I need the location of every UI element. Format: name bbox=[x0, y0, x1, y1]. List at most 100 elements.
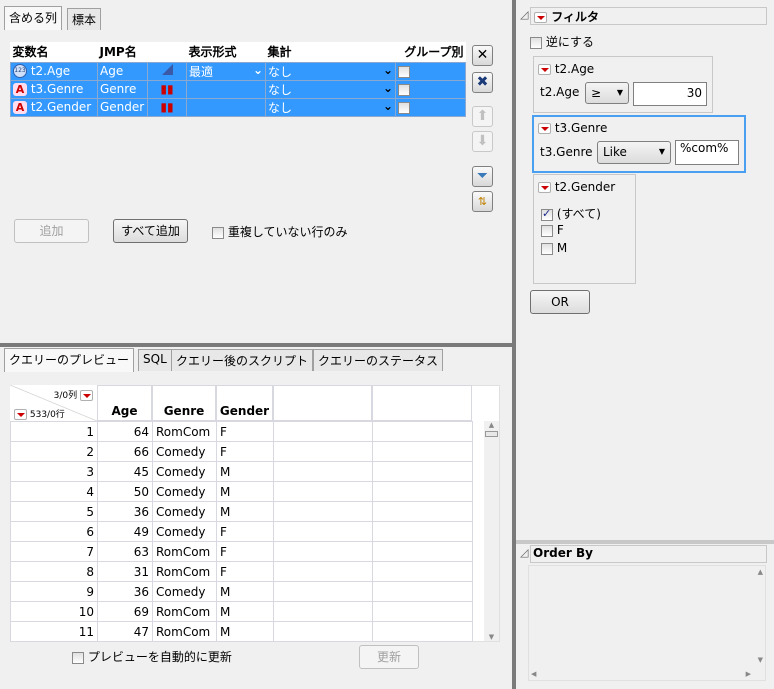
empty-cell[interactable] bbox=[372, 501, 473, 522]
empty-cell[interactable] bbox=[273, 421, 373, 442]
empty-cell[interactable] bbox=[372, 481, 473, 502]
empty-cell[interactable] bbox=[273, 441, 373, 462]
cell-gender[interactable]: M bbox=[216, 461, 274, 482]
gender-menu-icon[interactable] bbox=[538, 182, 551, 193]
filter-menu-icon[interactable] bbox=[534, 12, 547, 23]
cell-age[interactable]: 36 bbox=[97, 581, 153, 602]
empty-cell[interactable] bbox=[273, 521, 373, 542]
tab-query-preview[interactable]: クエリーのプレビュー bbox=[4, 348, 135, 372]
scroll-down-icon[interactable]: ▼ bbox=[758, 656, 763, 664]
collapse-icon[interactable]: ◿ bbox=[520, 8, 528, 21]
format-select[interactable] bbox=[186, 97, 266, 117]
table-row[interactable]: 5 36 Comedy M bbox=[10, 501, 473, 522]
empty-cell[interactable] bbox=[273, 621, 373, 642]
cell-genre[interactable]: Comedy bbox=[152, 521, 217, 542]
cell-age[interactable]: 47 bbox=[97, 621, 153, 642]
table-row[interactable]: 2 66 Comedy F bbox=[10, 441, 473, 462]
cell-genre[interactable]: Comedy bbox=[152, 441, 217, 462]
empty-cell[interactable] bbox=[372, 541, 473, 562]
cell-gender[interactable]: M bbox=[216, 581, 274, 602]
tab-include-columns[interactable]: 含める列 bbox=[4, 6, 63, 30]
empty-cell[interactable] bbox=[273, 481, 373, 502]
jmp-name[interactable]: Genre bbox=[97, 79, 148, 99]
empty-cell[interactable] bbox=[372, 561, 473, 582]
remove-column-button[interactable]: ✕ bbox=[472, 45, 493, 66]
refresh-button[interactable]: 更新 bbox=[359, 645, 419, 669]
scroll-up-icon[interactable]: ▲ bbox=[484, 421, 499, 429]
cell-genre[interactable]: Comedy bbox=[152, 481, 217, 502]
header-genre[interactable]: Genre bbox=[152, 385, 216, 421]
cell-genre[interactable]: Comedy bbox=[152, 461, 217, 482]
auto-refresh-checkbox[interactable] bbox=[72, 651, 84, 664]
empty-cell[interactable] bbox=[372, 621, 473, 642]
empty-cell[interactable] bbox=[372, 521, 473, 542]
table-row[interactable]: 4 50 Comedy M bbox=[10, 481, 473, 502]
tab-sample[interactable]: 標本 bbox=[67, 8, 102, 30]
row-number[interactable]: 2 bbox=[10, 441, 98, 462]
gender-option-f[interactable]: F bbox=[541, 223, 564, 237]
cell-age[interactable]: 36 bbox=[97, 501, 153, 522]
table-row[interactable]: 10 69 RomCom M bbox=[10, 601, 473, 622]
vertical-splitter[interactable] bbox=[512, 0, 516, 689]
header-gender[interactable]: Gender bbox=[216, 385, 273, 421]
agg-select[interactable]: なし ⌄ bbox=[265, 61, 396, 81]
tab-post-query-script[interactable]: クエリー後のスクリプト bbox=[171, 349, 314, 371]
scroll-thumb[interactable] bbox=[485, 431, 498, 437]
filter-button[interactable]: ⏷ bbox=[472, 166, 493, 187]
row-number[interactable]: 10 bbox=[10, 601, 98, 622]
cell-age[interactable]: 66 bbox=[97, 441, 153, 462]
scroll-down-icon[interactable]: ▼ bbox=[484, 633, 499, 641]
tab-query-status[interactable]: クエリーのステータス bbox=[313, 349, 444, 371]
row-number[interactable]: 7 bbox=[10, 541, 98, 562]
cell-age[interactable]: 50 bbox=[97, 481, 153, 502]
age-operator-select[interactable]: ≥ bbox=[585, 82, 629, 104]
row-number[interactable]: 6 bbox=[10, 521, 98, 542]
cell-age[interactable]: 31 bbox=[97, 561, 153, 582]
row-number[interactable]: 4 bbox=[10, 481, 98, 502]
table-row[interactable]: 9 36 Comedy M bbox=[10, 581, 473, 602]
column-row[interactable]: A t2.Gender Gender ▮▮ なし ⌄ bbox=[10, 97, 466, 117]
cell-gender[interactable]: M bbox=[216, 501, 274, 522]
genre-menu-icon[interactable] bbox=[538, 123, 551, 134]
sort-button[interactable]: ⇅ bbox=[472, 191, 493, 212]
scroll-up-icon[interactable]: ▲ bbox=[758, 568, 763, 576]
cell-gender[interactable]: F bbox=[216, 541, 274, 562]
distinct-only-option[interactable]: 重複していない行のみ bbox=[212, 223, 347, 240]
empty-cell[interactable] bbox=[273, 501, 373, 522]
cell-age[interactable]: 45 bbox=[97, 461, 153, 482]
genre-value-input[interactable]: %com% bbox=[675, 140, 739, 165]
invert-checkbox[interactable] bbox=[530, 36, 542, 49]
cell-genre[interactable]: RomCom bbox=[152, 621, 217, 642]
groupby-checkbox[interactable] bbox=[398, 65, 410, 78]
scroll-right-icon[interactable]: ▶ bbox=[746, 670, 751, 678]
row-number[interactable]: 1 bbox=[10, 421, 98, 442]
columns-menu-icon[interactable] bbox=[80, 390, 93, 401]
row-number[interactable]: 3 bbox=[10, 461, 98, 482]
cell-age[interactable]: 69 bbox=[97, 601, 153, 622]
table-row[interactable]: 8 31 RomCom F bbox=[10, 561, 473, 582]
empty-cell[interactable] bbox=[372, 581, 473, 602]
cell-age[interactable]: 49 bbox=[97, 521, 153, 542]
cell-genre[interactable]: RomCom bbox=[152, 561, 217, 582]
move-up-button[interactable]: ⬆ bbox=[472, 106, 493, 127]
cell-genre[interactable]: RomCom bbox=[152, 541, 217, 562]
move-down-button[interactable]: ⬇ bbox=[472, 131, 493, 152]
row-number[interactable]: 5 bbox=[10, 501, 98, 522]
table-row[interactable]: 6 49 Comedy F bbox=[10, 521, 473, 542]
right-splitter[interactable] bbox=[516, 540, 774, 544]
table-row[interactable]: 7 63 RomCom F bbox=[10, 541, 473, 562]
cell-gender[interactable]: M bbox=[216, 621, 274, 642]
age-value-input[interactable]: 30 bbox=[633, 82, 707, 106]
empty-cell[interactable] bbox=[273, 601, 373, 622]
cell-genre[interactable]: Comedy bbox=[152, 581, 217, 602]
collapse-icon[interactable]: ◿ bbox=[520, 546, 528, 559]
invert-option[interactable]: 逆にする bbox=[530, 33, 594, 50]
cell-gender[interactable]: F bbox=[216, 521, 274, 542]
horizontal-splitter[interactable] bbox=[0, 343, 513, 347]
gender-f-checkbox[interactable] bbox=[541, 224, 553, 237]
age-menu-icon[interactable] bbox=[538, 64, 551, 75]
empty-cell[interactable] bbox=[273, 461, 373, 482]
empty-cell[interactable] bbox=[273, 581, 373, 602]
cell-gender[interactable]: F bbox=[216, 421, 274, 442]
column-row[interactable]: A t3.Genre Genre ▮▮ なし ⌄ bbox=[10, 79, 466, 99]
